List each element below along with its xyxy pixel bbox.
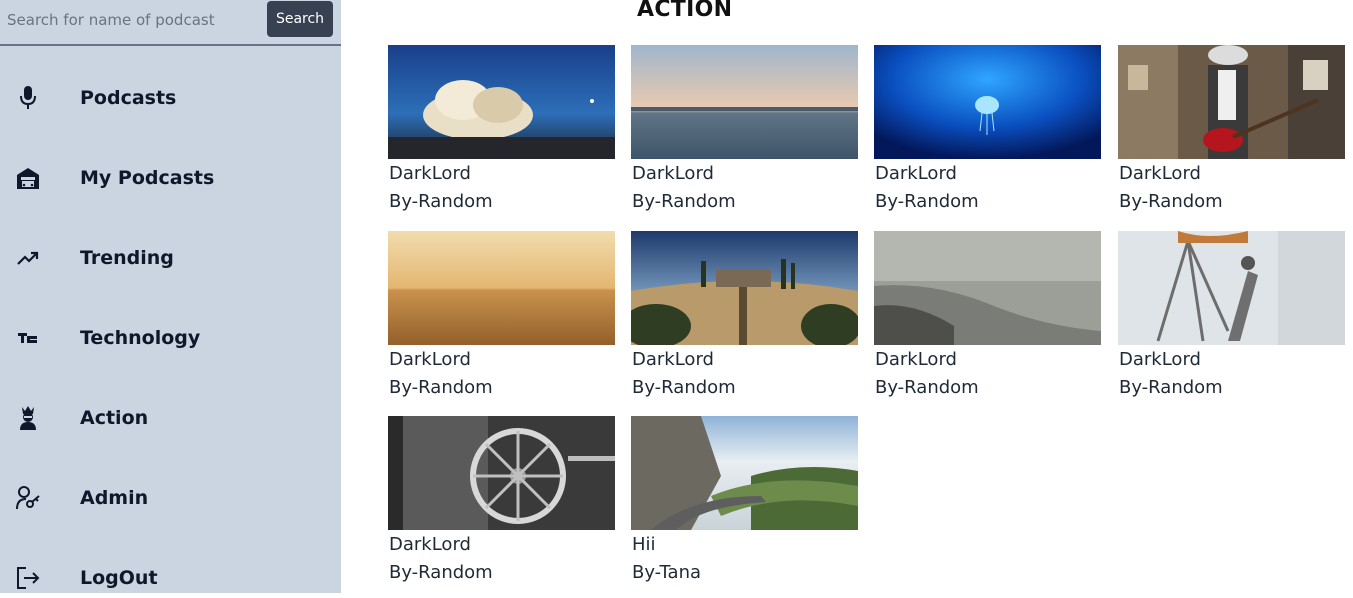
sidebar-item-technology[interactable]: Technology: [0, 318, 341, 358]
podcast-author: By-Random: [875, 377, 979, 398]
podcast-thumbnail: [1118, 45, 1345, 159]
sidebar-item-label: LogOut: [80, 567, 158, 589]
podcast-thumbnail: [388, 231, 615, 345]
podcast-author: By-Random: [389, 191, 493, 212]
sidebar-item-trending[interactable]: Trending: [0, 238, 341, 278]
podcast-card[interactable]: DarkLord By-Random: [388, 45, 615, 225]
podcast-title: DarkLord: [875, 349, 957, 370]
sidebar-item-logout[interactable]: LogOut: [0, 558, 341, 598]
sidebar: Search Podcasts My Podcasts Trending Tec…: [0, 0, 341, 593]
sidebar-item-label: Podcasts: [80, 87, 177, 109]
podcast-thumbnail: [631, 416, 858, 530]
podcast-thumbnail: [631, 45, 858, 159]
techcrunch-icon: [14, 324, 42, 352]
podcast-card[interactable]: DarkLord By-Random: [874, 45, 1101, 225]
podcast-title: DarkLord: [875, 163, 957, 184]
sidebar-item-admin[interactable]: Admin: [0, 478, 341, 518]
podcast-thumbnail: [388, 45, 615, 159]
ninja-icon: [14, 404, 42, 432]
podcast-thumbnail: [1118, 231, 1345, 345]
sidebar-item-label: My Podcasts: [80, 167, 215, 189]
podcast-author: By-Random: [1119, 191, 1223, 212]
podcast-title: DarkLord: [389, 534, 471, 555]
podcast-author: By-Random: [389, 562, 493, 583]
podcast-author: By-Random: [875, 191, 979, 212]
podcast-card[interactable]: Hii By-Tana: [631, 416, 858, 596]
podcast-title: DarkLord: [1119, 163, 1201, 184]
microphone-icon: [14, 84, 42, 112]
podcast-title: Hii: [632, 534, 656, 555]
podcast-card[interactable]: DarkLord By-Random: [1118, 45, 1345, 225]
sidebar-item-label: Trending: [80, 247, 174, 269]
search-button[interactable]: Search: [267, 1, 333, 37]
podcast-title: DarkLord: [632, 163, 714, 184]
podcast-thumbnail: [874, 231, 1101, 345]
podcast-author: By-Random: [389, 377, 493, 398]
sidebar-item-podcasts[interactable]: Podcasts: [0, 78, 341, 118]
podcast-thumbnail: [388, 416, 615, 530]
search-input[interactable]: [0, 0, 262, 40]
podcast-card[interactable]: DarkLord By-Random: [388, 231, 615, 411]
garage-icon: [14, 164, 42, 192]
podcast-title: DarkLord: [389, 349, 471, 370]
podcast-card[interactable]: DarkLord By-Random: [631, 45, 858, 225]
podcast-author: By-Random: [1119, 377, 1223, 398]
user-key-icon: [14, 484, 42, 512]
sidebar-item-label: Technology: [80, 327, 201, 349]
podcast-author: By-Random: [632, 191, 736, 212]
podcast-title: DarkLord: [1119, 349, 1201, 370]
podcast-card[interactable]: DarkLord By-Random: [1118, 231, 1345, 411]
trending-up-icon: [14, 244, 42, 272]
page-title: ACTION: [637, 0, 733, 22]
podcast-thumbnail: [874, 45, 1101, 159]
podcast-author: By-Random: [632, 377, 736, 398]
podcast-thumbnail: [631, 231, 858, 345]
podcast-card[interactable]: DarkLord By-Random: [631, 231, 858, 411]
podcast-title: DarkLord: [389, 163, 471, 184]
search-bar: Search: [0, 0, 341, 46]
podcast-title: DarkLord: [632, 349, 714, 370]
sidebar-item-my-podcasts[interactable]: My Podcasts: [0, 158, 341, 198]
sidebar-item-label: Admin: [80, 487, 149, 509]
podcast-card[interactable]: DarkLord By-Random: [874, 231, 1101, 411]
podcast-author: By-Tana: [632, 562, 702, 583]
logout-icon: [14, 564, 42, 592]
podcast-card[interactable]: DarkLord By-Random: [388, 416, 615, 596]
sidebar-item-action[interactable]: Action: [0, 398, 341, 438]
sidebar-item-label: Action: [80, 407, 149, 429]
